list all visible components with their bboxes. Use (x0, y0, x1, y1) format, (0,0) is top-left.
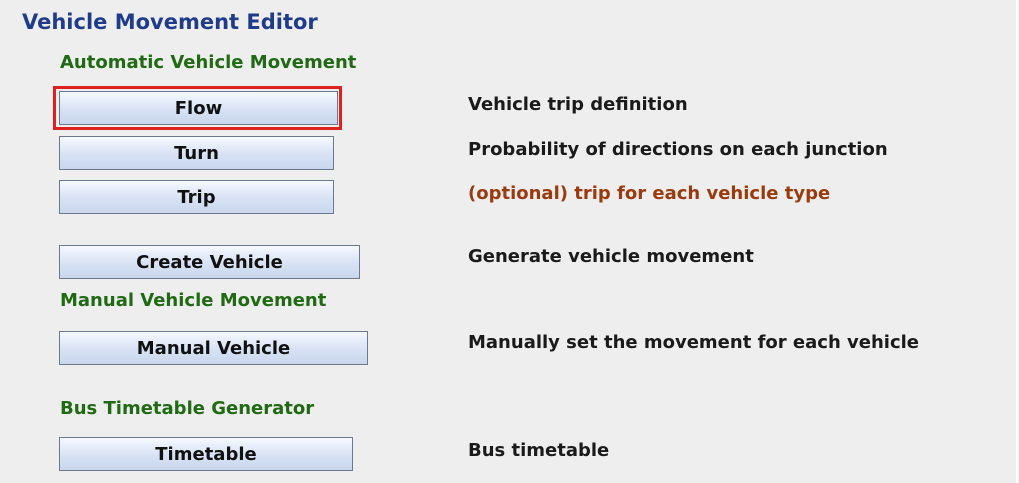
flow-button[interactable]: Flow (59, 91, 338, 125)
timetable-description: Bus timetable (468, 440, 610, 461)
manual-vehicle-button[interactable]: Manual Vehicle (59, 331, 368, 365)
manual-vehicle-description: Manually set the movement for each vehic… (468, 332, 919, 353)
section-automatic-vehicle-movement: Automatic Vehicle Movement (60, 52, 357, 73)
panel-right-border (1016, 0, 1018, 483)
flow-description: Vehicle trip definition (468, 94, 688, 115)
turn-button[interactable]: Turn (59, 136, 334, 170)
trip-button[interactable]: Trip (59, 180, 334, 214)
create-vehicle-description: Generate vehicle movement (468, 246, 754, 267)
trip-description: (optional) trip for each vehicle type (468, 183, 831, 204)
turn-description: Probability of directions on each juncti… (468, 139, 888, 160)
panel-title: Vehicle Movement Editor (22, 10, 318, 34)
create-vehicle-button[interactable]: Create Vehicle (59, 245, 360, 279)
vehicle-movement-editor-panel: Vehicle Movement Editor Automatic Vehicl… (0, 0, 1019, 483)
timetable-button[interactable]: Timetable (59, 437, 353, 471)
section-manual-vehicle-movement: Manual Vehicle Movement (60, 290, 327, 311)
section-bus-timetable-generator: Bus Timetable Generator (60, 398, 315, 419)
